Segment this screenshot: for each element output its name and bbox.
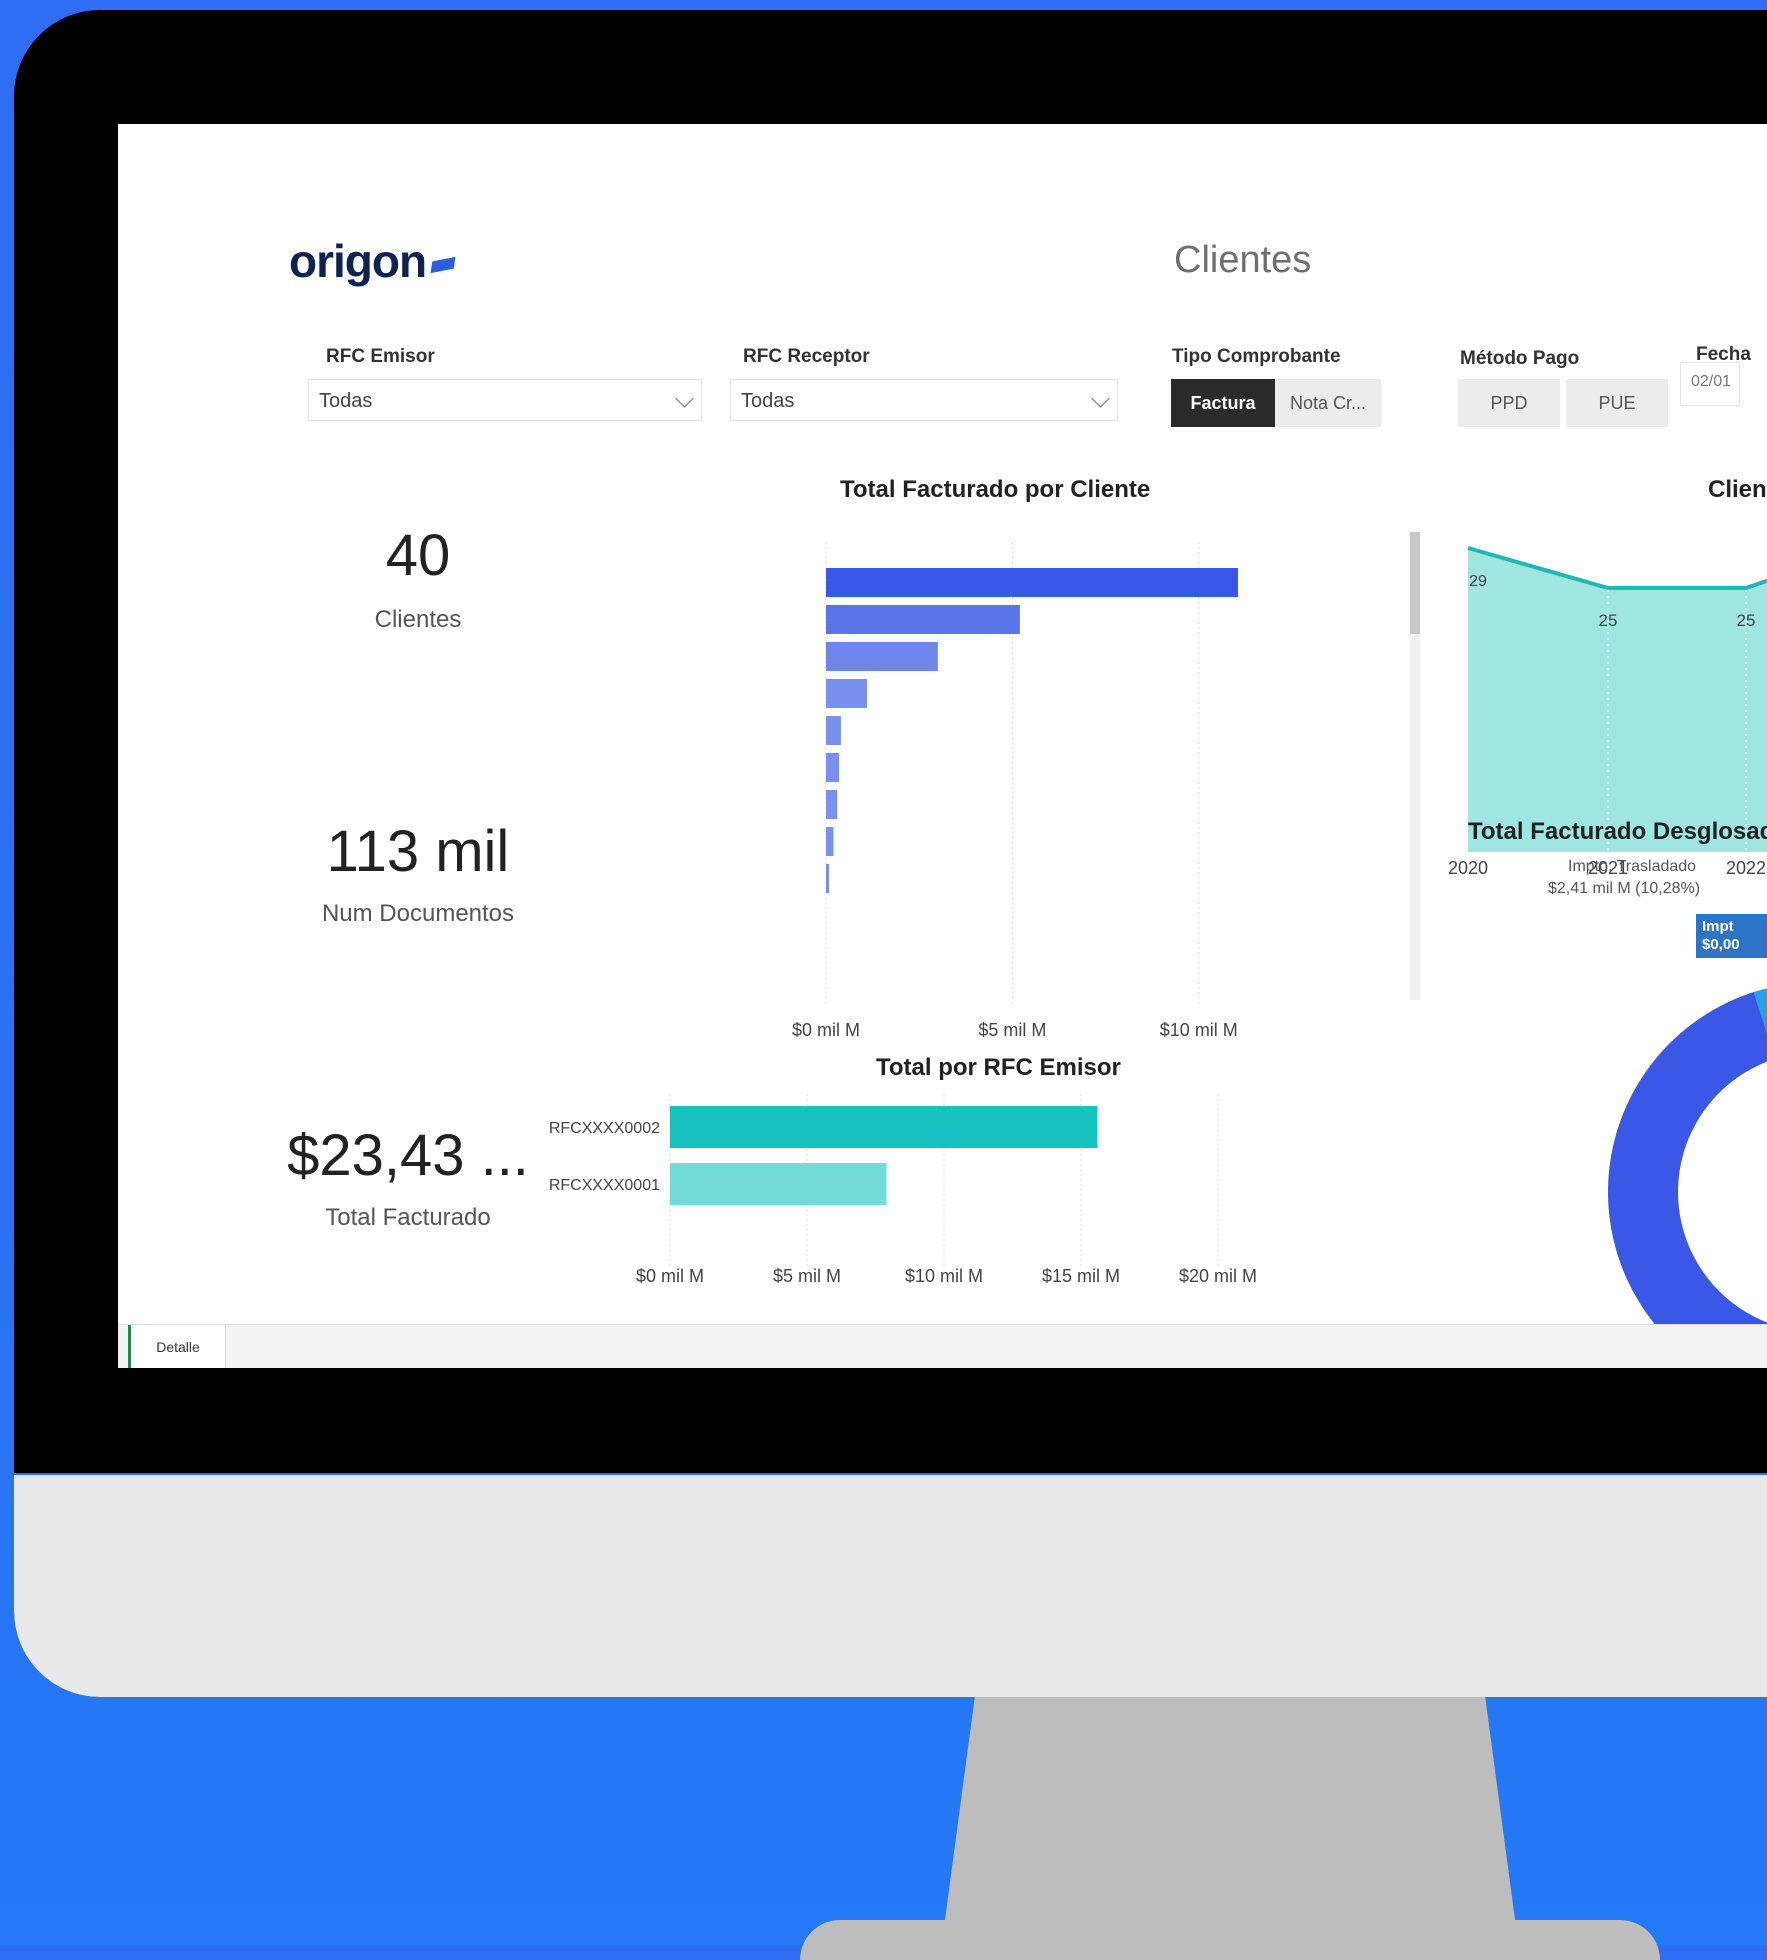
tipo-factura-button[interactable]: Factura (1171, 379, 1275, 427)
kpi-clientes-value: 40 (385, 523, 451, 588)
fecha-start-input[interactable]: 02/01 (1680, 362, 1740, 406)
dashboard-screen: origon Clientes RFC Emisor Todas RFC Rec… (118, 124, 1767, 1368)
x-tick-label: 2020 (1448, 858, 1488, 878)
bar (826, 642, 938, 671)
x-tick-label: $15 mil M (1042, 1266, 1120, 1286)
chart-title-clientes-area: Client (1708, 476, 1767, 503)
data-label: 29 (1469, 573, 1487, 590)
page-tabs-bar: Detalle (118, 1324, 1767, 1368)
kpi-documentos-label: Num Documentos (321, 900, 515, 927)
data-label: 25 (1737, 611, 1756, 630)
bar (826, 605, 1020, 634)
kpi-facturado-value: $23,43 ... (287, 1123, 529, 1188)
bar (826, 753, 840, 782)
monitor-stand-base (800, 1920, 1660, 1960)
rfc-receptor-value: Todas (741, 390, 795, 412)
bar (670, 1106, 1098, 1148)
page-title: Clientes (1174, 239, 1312, 281)
area-fill (1468, 548, 1767, 852)
chevron-down-icon (1091, 389, 1110, 408)
filter-label-metodo-pago: Método Pago (1460, 348, 1580, 369)
category-label: RFCXXXX0001 (549, 1177, 660, 1194)
rfc-emisor-value: Todas (319, 390, 373, 412)
bar (670, 1163, 887, 1205)
bar (826, 568, 1238, 597)
chart-scrollbar-thumb[interactable] (1410, 532, 1420, 634)
x-tick-label: $5 mil M (773, 1266, 841, 1286)
kpi-clientes-label: Clientes (374, 606, 462, 633)
annotation-impto-value: $0,00 (1702, 936, 1740, 953)
chart-facturado-por-cliente: $0 mil M $5 mil M $10 mil M (792, 542, 1238, 1040)
metodo-pue-button[interactable]: PUE (1566, 379, 1668, 427)
bar (826, 790, 838, 819)
logo-flag-icon (430, 256, 456, 273)
metodo-ppd-button[interactable]: PPD (1458, 379, 1560, 427)
monitor-chin (14, 1473, 1767, 1697)
x-tick-label: $0 mil M (792, 1020, 860, 1040)
x-tick-label: $10 mil M (905, 1266, 983, 1286)
x-tick-label: $20 mil M (1179, 1266, 1257, 1286)
bar (826, 864, 829, 893)
x-tick-label: 2022 (1726, 858, 1766, 878)
x-tick-label: $10 mil M (1160, 1020, 1238, 1040)
annotation-impto-trasladado-label: Impto. Trasladado (1568, 858, 1697, 875)
filter-label-rfc-receptor: RFC Receptor (743, 346, 870, 367)
filter-label-rfc-emisor: RFC Emisor (326, 346, 435, 367)
kpi-facturado-label: Total Facturado (325, 1204, 491, 1231)
brand-logo: origon (289, 234, 456, 288)
bar (826, 827, 834, 856)
chart-scrollbar[interactable] (1410, 532, 1420, 1000)
monitor-frame: origon Clientes RFC Emisor Todas RFC Rec… (14, 10, 1767, 1697)
x-tick-label: $0 mil M (636, 1266, 704, 1286)
bar (826, 716, 841, 745)
kpi-documentos-value: 113 mil (326, 819, 510, 884)
chart-total-por-rfc-emisor: $0 mil M $5 mil M $10 mil M $15 mil M $20 mi… (549, 1094, 1257, 1286)
bar (826, 679, 868, 708)
category-label: RFCXXXX0002 (549, 1120, 660, 1137)
x-tick-label: $5 mil M (978, 1020, 1046, 1040)
rfc-receptor-dropdown[interactable]: Todas (730, 379, 1118, 421)
annotation-impto-label: Impt (1702, 918, 1734, 935)
annotation-impto-box: Impt $0,00 (1696, 914, 1767, 958)
filter-label-tipo-comprobante: Tipo Comprobante (1172, 346, 1341, 367)
tab-detalle[interactable]: Detalle (128, 1325, 226, 1368)
chart-title-facturado-cliente: Total Facturado por Cliente (840, 476, 1151, 503)
data-label: 25 (1599, 611, 1618, 630)
rfc-emisor-dropdown[interactable]: Todas (308, 379, 702, 421)
tipo-nota-credito-button[interactable]: Nota Cr... (1275, 379, 1381, 427)
chart-title-rfc-emisor: Total por RFC Emisor (876, 1054, 1121, 1081)
monitor-stand (940, 1697, 1520, 1957)
chevron-down-icon (675, 389, 694, 408)
chart-title-desglosado: Total Facturado Desglosado: (1468, 818, 1767, 845)
